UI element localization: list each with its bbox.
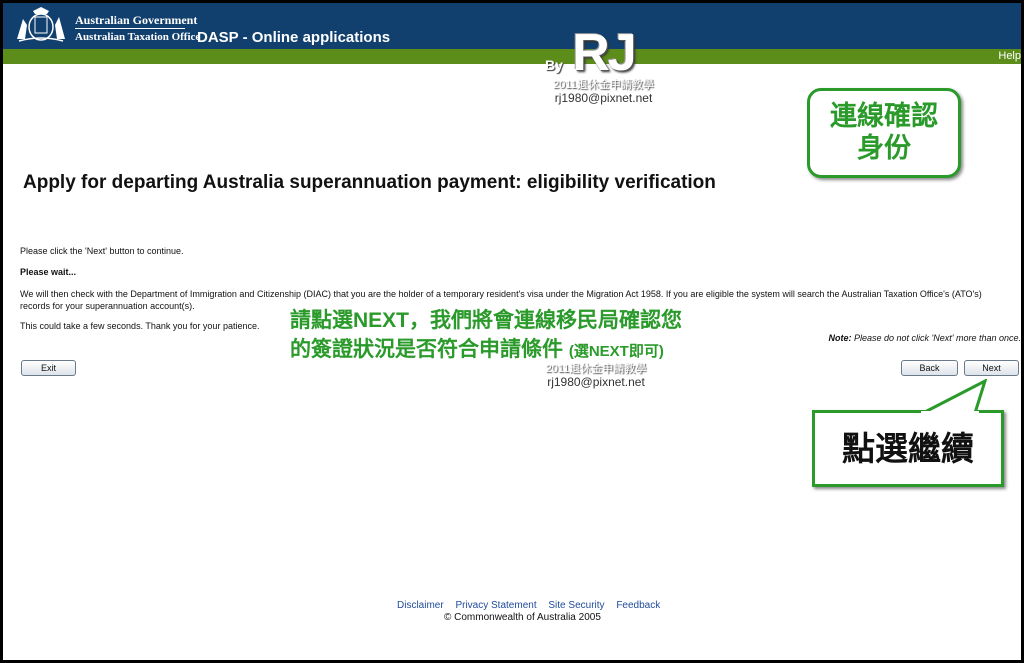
instruction-line2-main: 的簽證狀況是否符合申請條件 bbox=[290, 338, 563, 361]
watermark-email: rj1980@pixnet.net bbox=[547, 375, 645, 389]
callout-click-next: 點選繼續 bbox=[812, 410, 1004, 487]
instruction-continue: Please click the 'Next' button to contin… bbox=[20, 246, 184, 256]
privacy-statement-link[interactable]: Privacy Statement bbox=[455, 600, 536, 611]
nav-bar: Help bbox=[3, 49, 1021, 64]
callout-next-text: 點選繼續 bbox=[842, 430, 974, 467]
header-divider bbox=[75, 28, 185, 29]
note: Note: Please do not click 'Next' more th… bbox=[828, 333, 1021, 343]
app-title: DASP - Online applications bbox=[197, 29, 391, 46]
instruction-line2-small: (選NEXT即可) bbox=[568, 343, 664, 360]
callout-verify-line2: 身份 bbox=[857, 133, 911, 163]
gov-name: Australian Government bbox=[75, 13, 198, 27]
patience-text: This could take a few seconds. Thank you… bbox=[20, 321, 260, 331]
instruction-line1: 請點選NEXT，我們將會連線移民局確認您 bbox=[290, 309, 683, 332]
callout-verify-line1: 連線確認 bbox=[830, 101, 938, 131]
site-security-link[interactable]: Site Security bbox=[548, 600, 604, 611]
watermark-top: By RJ 2011退休金申請教學 rj1980@pixnet.net bbox=[541, 27, 666, 113]
help-link[interactable]: Help bbox=[998, 49, 1021, 64]
footer-links: Disclaimer Privacy Statement Site Securi… bbox=[397, 600, 669, 611]
note-text: Please do not click 'Next' more than onc… bbox=[851, 333, 1021, 343]
wait-label: Please wait... bbox=[20, 267, 77, 277]
watermark-by: By bbox=[545, 57, 563, 73]
note-label: Note: bbox=[828, 333, 852, 343]
browser-page: Australian Government Australian Taxatio… bbox=[3, 3, 1021, 660]
copyright: © Commonwealth of Australia 2005 bbox=[444, 612, 601, 623]
callout-pointer-icon bbox=[921, 379, 988, 415]
back-button[interactable]: Back bbox=[901, 360, 958, 376]
watermark-subtitle: 2011退休金申請教學 bbox=[553, 79, 654, 91]
callout-verify-identity: 連線確認 身份 bbox=[807, 88, 961, 178]
watermark-email: rj1980@pixnet.net bbox=[554, 91, 653, 105]
site-header: Australian Government Australian Taxatio… bbox=[3, 3, 1021, 49]
next-button[interactable]: Next bbox=[964, 360, 1019, 376]
feedback-link[interactable]: Feedback bbox=[616, 600, 660, 611]
instruction-annotation: 請點選NEXT，我們將會連線移民局確認您 的簽證狀況是否符合申請條件 (選NEX… bbox=[290, 306, 790, 366]
disclaimer-link[interactable]: Disclaimer bbox=[397, 600, 444, 611]
ato-name: Australian Taxation Office bbox=[75, 31, 201, 43]
page-title: Apply for departing Australia superannua… bbox=[23, 172, 716, 193]
coat-of-arms-icon bbox=[17, 7, 65, 42]
watermark-middle: 2011退休金申請教學 rj1980@pixnet.net bbox=[531, 363, 661, 389]
instruction-line2: 的簽證狀況是否符合申請條件 (選NEXT即可) bbox=[290, 335, 790, 366]
exit-button[interactable]: Exit bbox=[21, 360, 76, 376]
